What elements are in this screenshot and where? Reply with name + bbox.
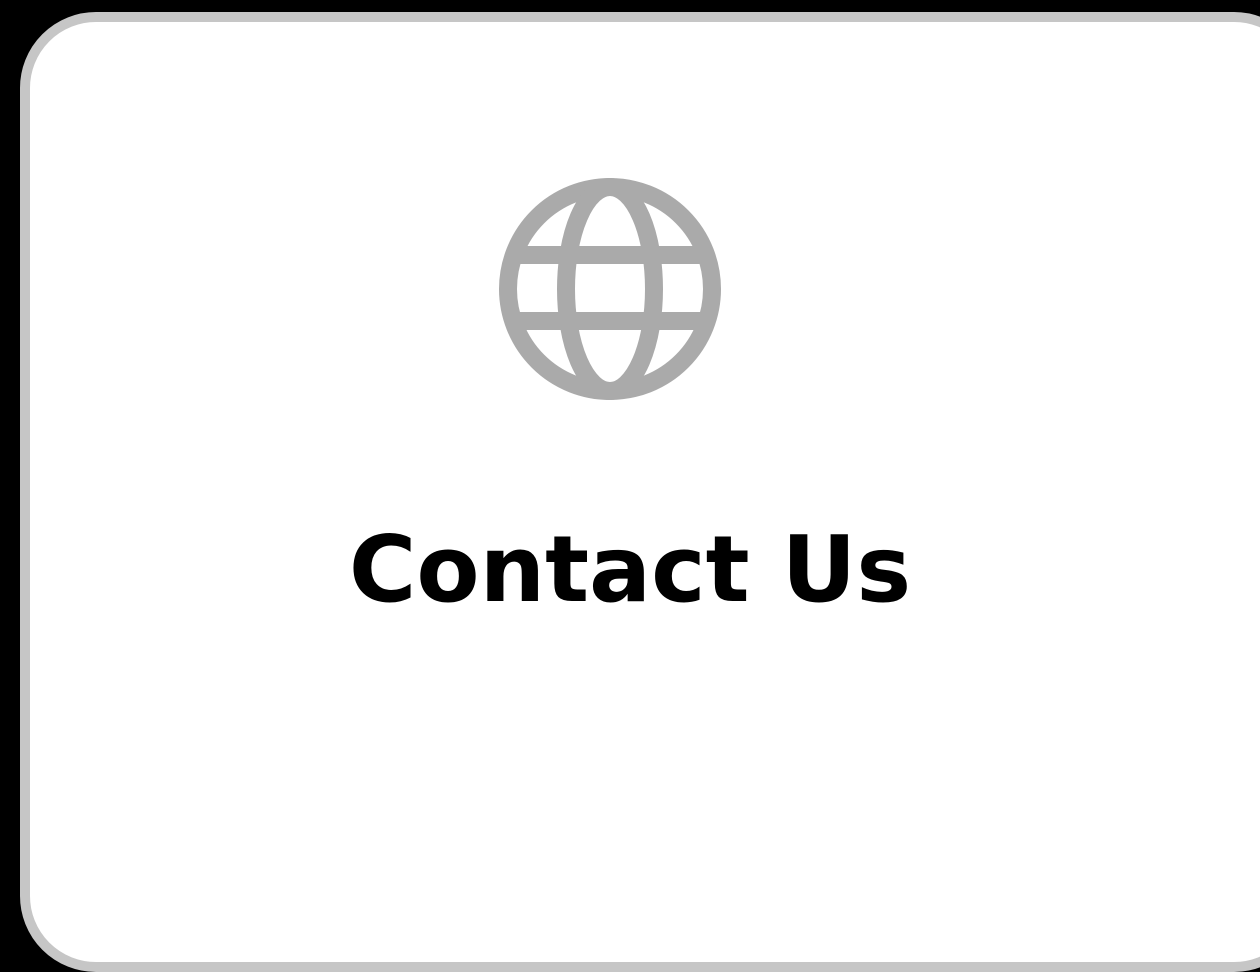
contact-us-card[interactable] [20, 12, 1260, 972]
contact-us-label: Contact Us [348, 516, 912, 623]
globe-icon [499, 178, 721, 400]
